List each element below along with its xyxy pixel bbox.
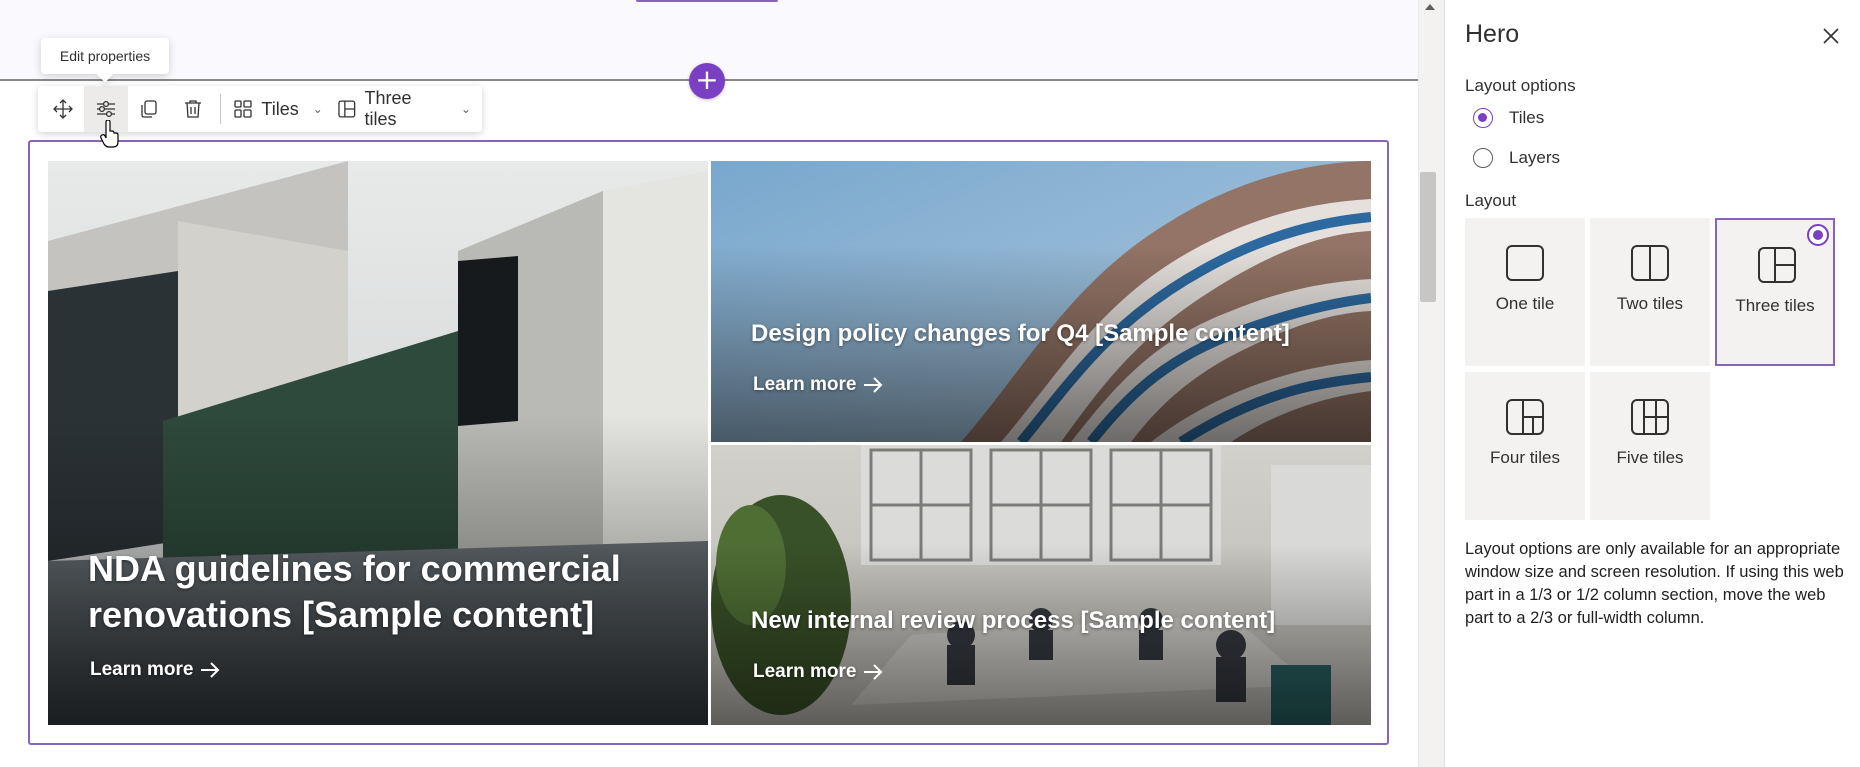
tiles-layout-icon <box>234 100 253 118</box>
office-meeting-photo <box>711 445 1371 725</box>
trash-icon <box>184 100 201 118</box>
layout-choice-five-tiles[interactable]: Five tiles <box>1590 372 1710 520</box>
layout-dropdown[interactable]: Tiles ⌄ <box>227 86 330 132</box>
page-canvas: + Tiles ⌄ Three tiles ⌄ Edit properties … <box>0 0 1418 767</box>
one-tile-icon <box>1506 245 1544 281</box>
layout-choice-four-tiles[interactable]: Four tiles <box>1465 372 1585 520</box>
three-tiles-icon <box>338 100 356 118</box>
learn-more-link[interactable]: Learn more <box>753 661 884 683</box>
tile-title: NDA guidelines for commercial renovation… <box>88 548 621 635</box>
property-pane: Hero Layout options Tiles Layers Layout … <box>1444 0 1860 767</box>
section-accent <box>636 0 778 2</box>
hand-cursor-icon <box>100 120 119 148</box>
tile-title: Design policy changes for Q4 [Sample con… <box>751 320 1290 347</box>
edit-properties-tooltip: Edit properties <box>41 38 169 74</box>
radio-button[interactable] <box>1473 148 1493 168</box>
layout-note: Layout options are only available for an… <box>1465 540 1844 627</box>
four-tiles-icon <box>1506 399 1544 435</box>
add-section-button[interactable]: + <box>689 63 725 99</box>
learn-more-label: Learn more <box>753 661 857 682</box>
building-photo <box>48 161 708 725</box>
layout-choice-label: Five tiles <box>1616 448 1684 467</box>
layout-label: Layout <box>1465 191 1517 210</box>
two-tiles-icon <box>1631 245 1669 281</box>
pane-title: Hero <box>1465 20 1520 48</box>
learn-more-label: Learn more <box>90 659 194 680</box>
learn-more-label: Learn more <box>753 374 857 395</box>
toolbar-divider <box>220 94 222 124</box>
duplicate-button[interactable] <box>128 86 171 132</box>
curved-building-photo <box>711 161 1371 442</box>
layout-choice-label: Two tiles <box>1616 294 1684 313</box>
hero-tile[interactable]: Design policy changes for Q4 [Sample con… <box>711 161 1371 442</box>
delete-button[interactable] <box>171 86 214 132</box>
layout-choice-label: Three tiles <box>1735 296 1815 315</box>
layout-choice-label: Four tiles <box>1490 448 1560 467</box>
layout-choice-two-tiles[interactable]: Two tiles <box>1590 218 1710 366</box>
arrow-right-icon <box>864 664 883 680</box>
selected-check-icon <box>1807 224 1829 246</box>
move-button[interactable] <box>41 86 84 132</box>
five-tiles-icon <box>1631 399 1669 435</box>
radio-layers[interactable]: Layers <box>1473 148 1560 168</box>
hero-tile[interactable]: New internal review process [Sample cont… <box>711 445 1371 725</box>
canvas-scrollbar[interactable] <box>1418 0 1444 767</box>
chevron-down-icon: ⌄ <box>460 102 471 116</box>
radio-label: Layers <box>1509 148 1561 167</box>
layout-choice-one-tile[interactable]: One tile <box>1465 218 1585 366</box>
learn-more-link[interactable]: Learn more <box>753 374 884 396</box>
scrollbar-thumb[interactable] <box>1420 172 1436 302</box>
radio-tiles[interactable]: Tiles <box>1473 108 1544 128</box>
layout-options-label: Layout options <box>1465 76 1576 95</box>
layout-choice-label: One tile <box>1495 294 1555 313</box>
layout-dropdown-label: Tiles <box>261 98 299 119</box>
learn-more-link[interactable]: Learn more <box>90 659 221 681</box>
close-icon[interactable] <box>1819 24 1843 48</box>
tiles-count-dropdown[interactable]: Three tiles ⌄ <box>331 86 479 132</box>
tiles-count-label: Three tiles <box>364 88 412 129</box>
layout-choice-three-tiles[interactable]: Three tiles <box>1715 218 1835 366</box>
chevron-down-icon: ⌄ <box>312 102 323 116</box>
hero-tile[interactable]: NDA guidelines for commercial renovation… <box>48 161 708 725</box>
tile-title: New internal review process [Sample cont… <box>751 607 1276 634</box>
arrow-right-icon <box>201 662 220 678</box>
scroll-up-icon[interactable] <box>1425 4 1435 10</box>
arrow-right-icon <box>864 377 883 393</box>
copy-icon <box>141 100 158 118</box>
edit-properties-icon <box>97 100 116 118</box>
radio-button-checked[interactable] <box>1473 108 1493 128</box>
radio-label: Tiles <box>1509 108 1545 127</box>
move-icon <box>52 99 73 119</box>
three-tiles-icon <box>1758 247 1796 283</box>
